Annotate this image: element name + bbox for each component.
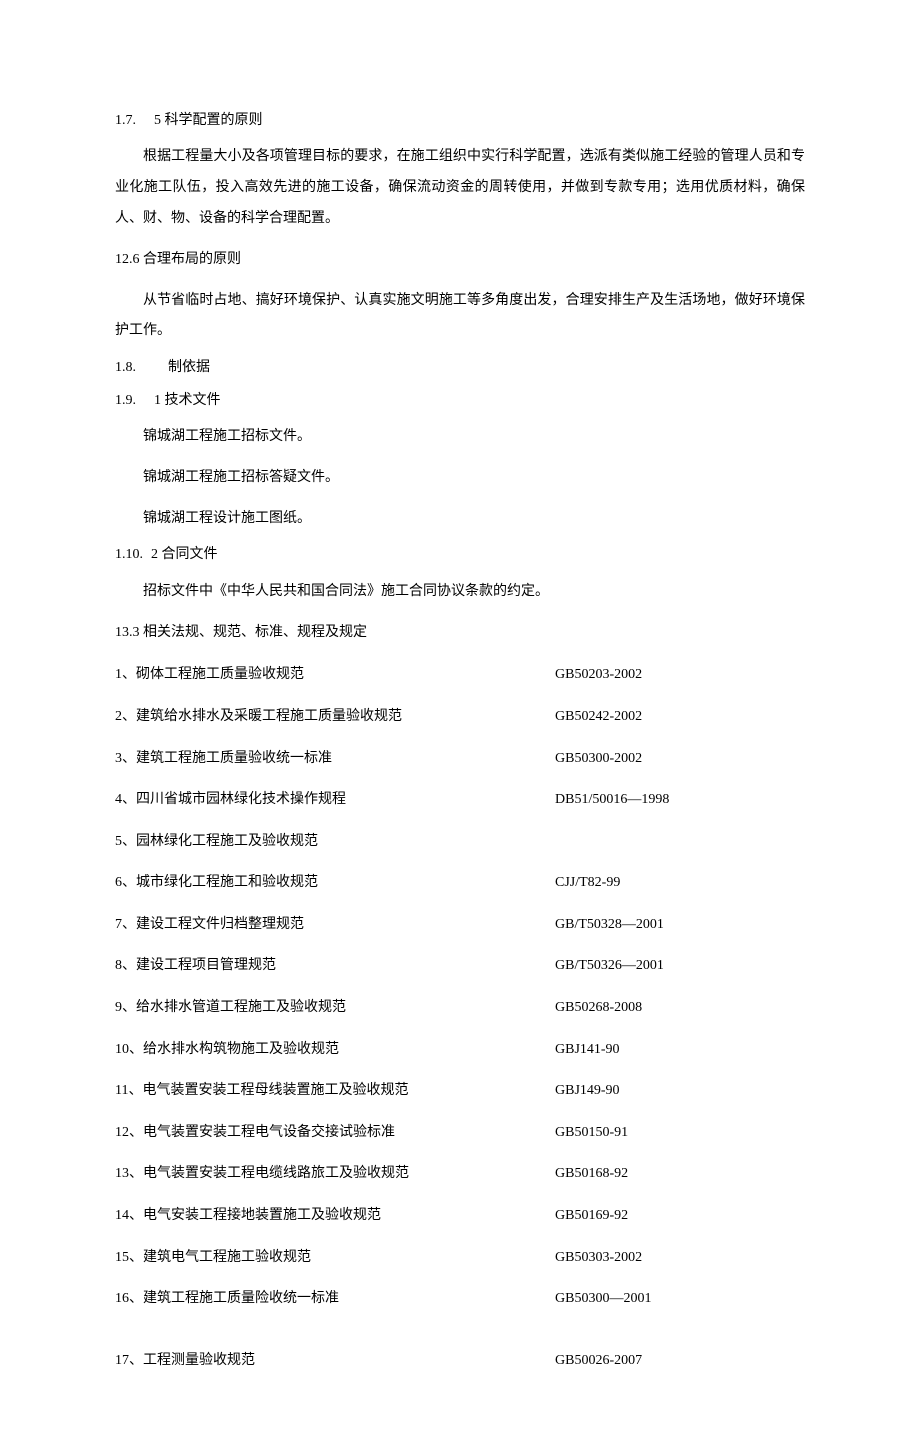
standard-name: 13、电气装置安装工程电缆线路旅工及验收规范	[115, 1157, 555, 1191]
standard-row: 14、电气安装工程接地装置施工及验收规范GB50169-92	[115, 1199, 805, 1233]
heading-title: 2 合同文件	[151, 547, 218, 562]
standard-code: DB51/50016—1998	[555, 783, 805, 817]
standard-name: 2、建筑给水排水及采暖工程施工质量验收规范	[115, 700, 555, 734]
standard-code: GB50203-2002	[555, 658, 805, 692]
standard-code: GB50268-2008	[555, 991, 805, 1025]
section-12-6-heading: 12.6 合理布局的原则	[115, 245, 805, 276]
standard-name: 12、电气装置安装工程电气设备交接试验标准	[115, 1116, 555, 1150]
section-12-6-para: 从节省临时占地、搞好环境保护、认真实施文明施工等多角度出发，合理安排生产及生活场…	[115, 286, 805, 348]
section-1-9-item: 锦城湖工程设计施工图纸。	[115, 504, 805, 535]
standard-code: GB/T50326—2001	[555, 949, 805, 983]
section-1-10-heading: 1.10. 2 合同文件	[115, 544, 805, 566]
heading-number: 1.7.	[115, 110, 136, 132]
standard-name: 6、城市绿化工程施工和验收规范	[115, 866, 555, 900]
standard-code: GB/T50328—2001	[555, 908, 805, 942]
standard-row: 6、城市绿化工程施工和验收规范CJJ/T82-99	[115, 866, 805, 900]
standard-code	[555, 825, 805, 859]
section-1-9-item: 锦城湖工程施工招标文件。	[115, 422, 805, 453]
heading-title: 1 技术文件	[154, 393, 221, 408]
standard-code: GB50303-2002	[555, 1241, 805, 1275]
standard-row: 4、四川省城市园林绿化技术操作规程DB51/50016—1998	[115, 783, 805, 817]
heading-number: 1.10.	[115, 544, 143, 566]
standard-name: 14、电气安装工程接地装置施工及验收规范	[115, 1199, 555, 1233]
section-1-8-heading: 1.8. 制依据	[115, 357, 805, 379]
section-1-10-para: 招标文件中《中华人民共和国合同法》施工合同协议条款的约定。	[115, 577, 805, 608]
standard-name: 15、建筑电气工程施工验收规范	[115, 1241, 555, 1275]
standard-name: 9、给水排水管道工程施工及验收规范	[115, 991, 555, 1025]
standard-name: 5、园林绿化工程施工及验收规范	[115, 825, 555, 859]
standard-row: 5、园林绿化工程施工及验收规范	[115, 825, 805, 859]
standard-row: 12、电气装置安装工程电气设备交接试验标准GB50150-91	[115, 1116, 805, 1150]
section-1-9-heading: 1.9. 1 技术文件	[115, 390, 805, 412]
standard-code: GB50300—2001	[555, 1282, 805, 1316]
standard-name: 3、建筑工程施工质量验收统一标准	[115, 742, 555, 776]
standard-name: 4、四川省城市园林绿化技术操作规程	[115, 783, 555, 817]
standard-name: 8、建设工程项目管理规范	[115, 949, 555, 983]
standard-row: 15、建筑电气工程施工验收规范GB50303-2002	[115, 1241, 805, 1275]
standard-row: 1、砌体工程施工质量验收规范GB50203-2002	[115, 658, 805, 692]
standard-name: 16、建筑工程施工质量险收统一标准	[115, 1282, 555, 1316]
standard-row: 7、建设工程文件归档整理规范GB/T50328—2001	[115, 908, 805, 942]
section-13-3-heading: 13.3 相关法规、规范、标准、规程及规定	[115, 618, 805, 649]
section-1-7-para: 根据工程量大小及各项管理目标的要求，在施工组织中实行科学配置，选派有类似施工经验…	[115, 142, 805, 234]
section-1-7-heading: 1.7. 5 科学配置的原则	[115, 110, 805, 132]
standard-row: 9、给水排水管道工程施工及验收规范GB50268-2008	[115, 991, 805, 1025]
standard-code: GBJ149-90	[555, 1074, 805, 1108]
standard-code: CJJ/T82-99	[555, 866, 805, 900]
heading-number: 1.8.	[115, 357, 136, 379]
standard-name: 7、建设工程文件归档整理规范	[115, 908, 555, 942]
standard-row: 10、给水排水构筑物施工及验收规范GBJ141-90	[115, 1033, 805, 1067]
standard-code: GB50300-2002	[555, 742, 805, 776]
standard-name: 10、给水排水构筑物施工及验收规范	[115, 1033, 555, 1067]
standard-code: GBJ141-90	[555, 1033, 805, 1067]
standard-code: GB50150-91	[555, 1116, 805, 1150]
heading-title: 制依据	[168, 360, 210, 375]
standard-row: 2、建筑给水排水及采暖工程施工质量验收规范GB50242-2002	[115, 700, 805, 734]
heading-title: 5 科学配置的原则	[154, 113, 263, 128]
standard-code: GB50242-2002	[555, 700, 805, 734]
standard-code: GB50026-2007	[555, 1344, 805, 1378]
standard-name: 1、砌体工程施工质量验收规范	[115, 658, 555, 692]
standard-row: 16、建筑工程施工质量险收统一标准GB50300—2001	[115, 1282, 805, 1316]
standard-code: GB50169-92	[555, 1199, 805, 1233]
heading-number: 1.9.	[115, 390, 136, 412]
standard-row: 8、建设工程项目管理规范GB/T50326—2001	[115, 949, 805, 983]
standard-row: 3、建筑工程施工质量验收统一标准GB50300-2002	[115, 742, 805, 776]
standard-code: GB50168-92	[555, 1157, 805, 1191]
standard-row: 11、电气装置安装工程母线装置施工及验收规范GBJ149-90	[115, 1074, 805, 1108]
standard-name: 17、工程测量验收规范	[115, 1344, 555, 1378]
section-1-9-item: 锦城湖工程施工招标答疑文件。	[115, 463, 805, 494]
standard-name: 11、电气装置安装工程母线装置施工及验收规范	[115, 1074, 555, 1108]
standard-row: 17、工程测量验收规范 GB50026-2007	[115, 1344, 805, 1378]
standard-row: 13、电气装置安装工程电缆线路旅工及验收规范GB50168-92	[115, 1157, 805, 1191]
